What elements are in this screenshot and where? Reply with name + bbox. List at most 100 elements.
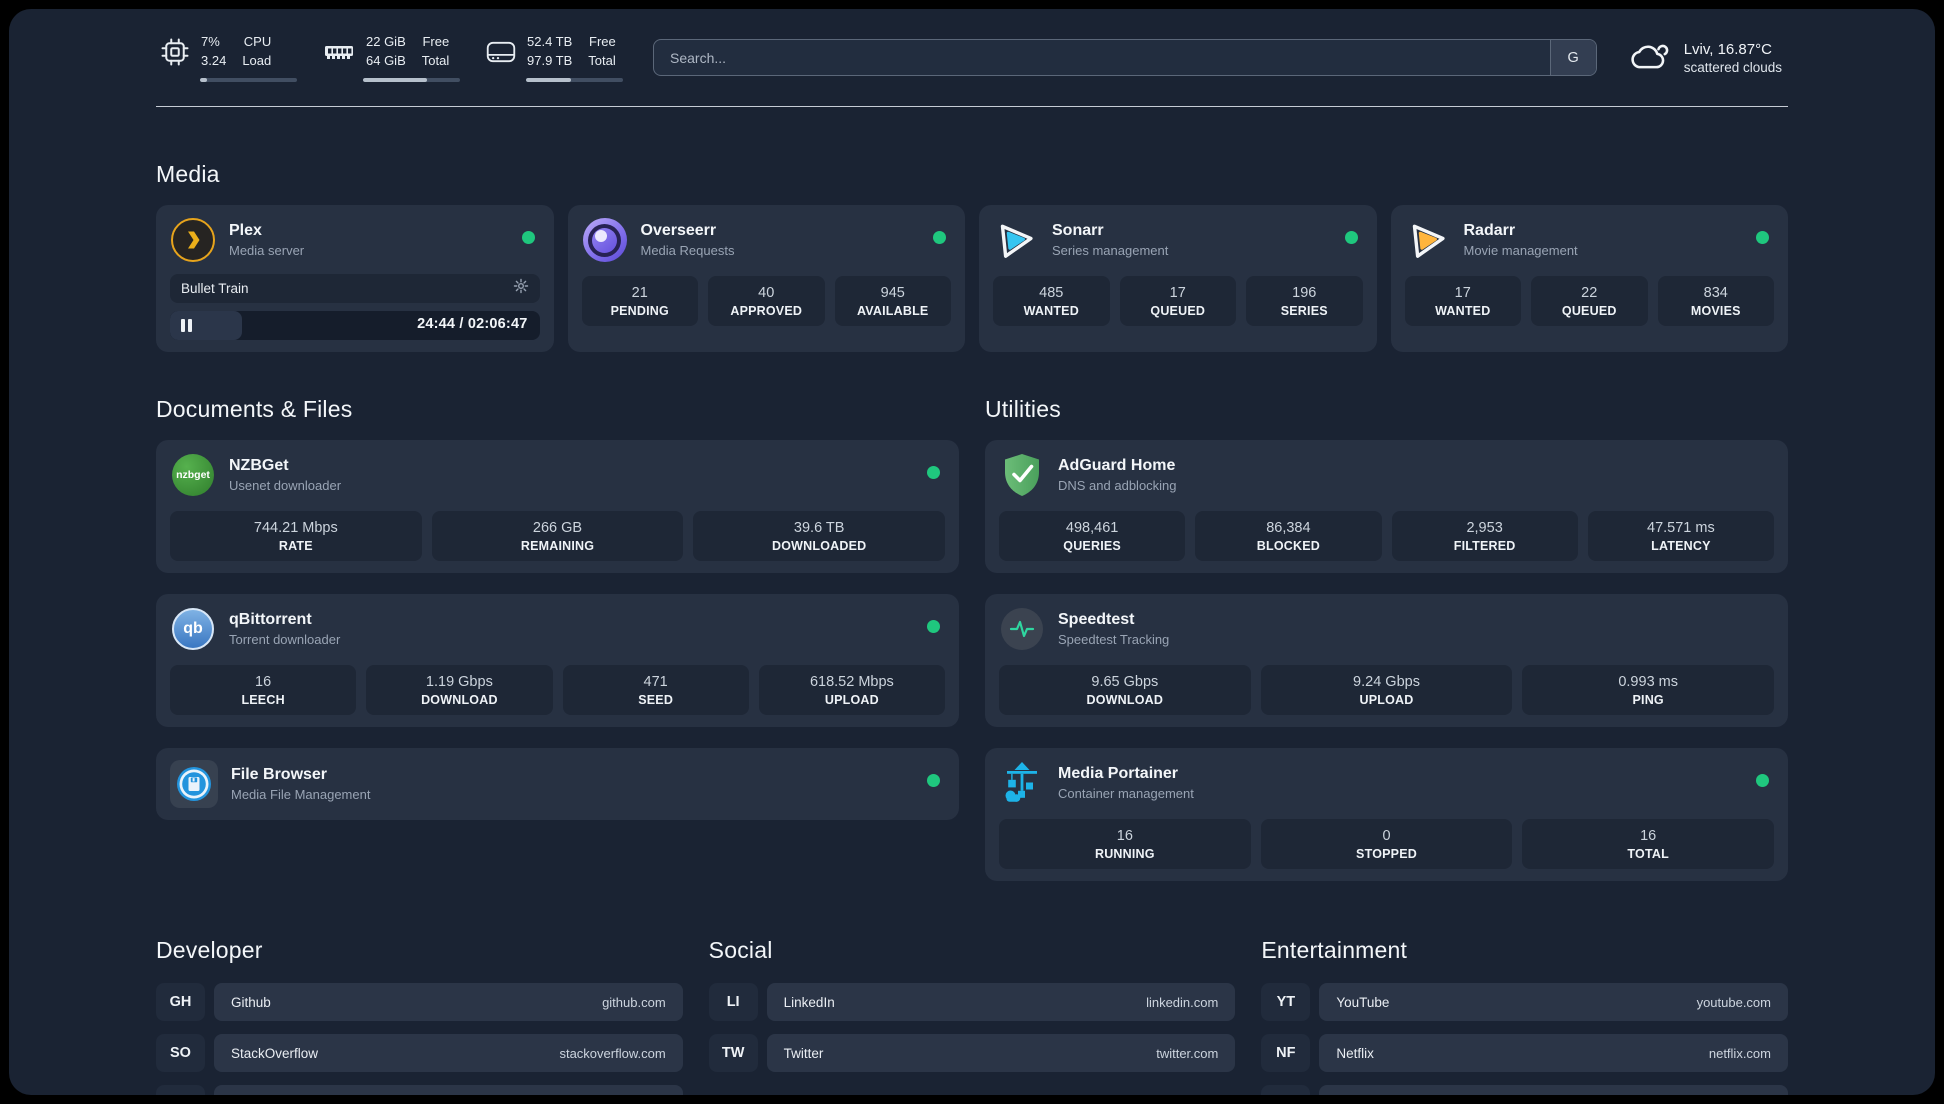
- bookmark-dev[interactable]: DT DEV dev.to: [156, 1085, 683, 1095]
- memory-progressbar: [363, 77, 460, 83]
- qbittorrent-title: qBittorrent: [229, 611, 312, 629]
- stat-tile: 16 LEECH: [170, 665, 357, 716]
- memory-free-value: 22 GiB: [366, 34, 406, 49]
- bookmark-url: linkedin.com: [1146, 994, 1219, 1010]
- cpu-load-value: 3.24: [201, 52, 227, 68]
- memory-icon: [323, 41, 355, 63]
- memory-stat: 22 GiB 64 GiB Free Total: [323, 33, 460, 83]
- cpu-stat: 7% 3.24 CPU Load: [160, 33, 297, 83]
- speedtest-card[interactable]: Speedtest Speedtest Tracking 9.65 Gbps D…: [985, 594, 1788, 728]
- radarr-subtitle: Movie management: [1463, 243, 1578, 259]
- bookmark-abbr: YT: [1261, 983, 1311, 1022]
- stat-tile: 39.6 TB DOWNLOADED: [693, 511, 946, 562]
- sonarr-icon: [991, 215, 1042, 266]
- system-stats: 7% 3.24 CPU Load 22 GiB 64 GiB Free Tota…: [160, 33, 623, 83]
- section-title-media: Media: [156, 161, 220, 188]
- plex-now-playing-title: Bullet Train: [181, 281, 249, 297]
- stat-tile: 744.21 Mbps RATE: [170, 511, 422, 562]
- stat-tile: 485 WANTED: [993, 276, 1110, 327]
- qbittorrent-subtitle: Torrent downloader: [229, 632, 341, 648]
- portainer-card[interactable]: Media Portainer Container management 16 …: [985, 748, 1788, 882]
- stat-tile: 266 GB REMAINING: [431, 511, 684, 562]
- nzbget-title: NZBGet: [229, 457, 289, 475]
- bookmark-abbr: RE: [1261, 1085, 1311, 1095]
- stat-tile: 618.52 Mbps UPLOAD: [758, 665, 945, 716]
- search-bar: G: [653, 39, 1597, 77]
- weather-condition: scattered clouds: [1683, 59, 1782, 75]
- cpu-progressbar: [200, 77, 297, 83]
- plex-icon: [170, 217, 216, 263]
- nzbget-icon: nzbget: [170, 452, 216, 498]
- search-engine-button[interactable]: G: [1549, 40, 1596, 76]
- stat-tile: 16 RUNNING: [999, 819, 1251, 870]
- section-title-social: Social: [708, 937, 773, 964]
- bookmark-abbr: LI: [708, 983, 758, 1022]
- memory-free-label: Free: [422, 34, 450, 49]
- storage-free-value: 52.4 TB: [527, 34, 573, 49]
- section-title-documents: Documents & Files: [156, 396, 353, 423]
- storage-free-label: Free: [589, 34, 616, 49]
- radarr-card[interactable]: Radarr Movie management 17 WANTED 22 QUE…: [1390, 205, 1788, 353]
- sonarr-card[interactable]: Sonarr Series management 485 WANTED 17 Q…: [979, 205, 1377, 353]
- storage-progressbar: [526, 77, 623, 83]
- bookmark-stackoverflow[interactable]: SO StackOverflow stackoverflow.com: [156, 1034, 683, 1073]
- bookmark-abbr: SO: [156, 1034, 205, 1073]
- storage-total-label: Total: [588, 52, 616, 68]
- sonarr-subtitle: Series management: [1052, 243, 1169, 259]
- qbittorrent-icon: qb: [170, 606, 216, 652]
- filebrowser-icon: [170, 760, 218, 809]
- bookmark-name: StackOverflow: [231, 1045, 319, 1061]
- section-title-developer: Developer: [156, 937, 263, 964]
- header-divider: [156, 106, 1788, 108]
- pause-icon[interactable]: [181, 319, 192, 333]
- stat-tile: 1.19 Gbps DOWNLOAD: [366, 665, 553, 716]
- sonarr-title: Sonarr: [1052, 222, 1104, 240]
- overseerr-card[interactable]: Overseerr Media Requests 21 PENDING 40 A…: [567, 205, 965, 353]
- developer-bookmarks: Developer GH Github github.com SO StackO…: [156, 937, 683, 1095]
- stat-tile: 498,461 QUERIES: [999, 511, 1186, 562]
- media-card-row: Plex Media server Bullet Train 24:44 / 0…: [156, 205, 1788, 353]
- nzbget-card[interactable]: nzbget NZBGet Usenet downloader 744.21 M…: [156, 440, 959, 574]
- bookmark-abbr: TW: [708, 1034, 758, 1073]
- bookmark-github[interactable]: GH Github github.com: [156, 983, 683, 1022]
- entertainment-bookmarks: Entertainment YT YouTube youtube.com NF …: [1261, 937, 1788, 1095]
- bookmark-abbr: GH: [156, 983, 205, 1022]
- search-input[interactable]: [654, 40, 1550, 76]
- bookmark-reddit[interactable]: RE Reddit reddit.com: [1261, 1085, 1788, 1095]
- header-bar: 7% 3.24 CPU Load 22 GiB 64 GiB Free Tota…: [156, 33, 1788, 83]
- plex-now-playing: Bullet Train: [170, 274, 540, 304]
- filebrowser-card[interactable]: File Browser Media File Management: [156, 748, 959, 821]
- bookmark-netflix[interactable]: NF Netflix netflix.com: [1261, 1034, 1788, 1073]
- stat-tile: 16 TOTAL: [1522, 819, 1775, 870]
- bookmark-youtube[interactable]: YT YouTube youtube.com: [1261, 983, 1788, 1022]
- memory-total-label: Total: [421, 52, 450, 68]
- sonarr-status-dot: [1344, 231, 1358, 245]
- stat-tile: 0 STOPPED: [1260, 819, 1513, 870]
- bookmark-abbr: NF: [1261, 1034, 1311, 1073]
- bookmark-linkedin[interactable]: LI LinkedIn linkedin.com: [708, 983, 1236, 1022]
- plex-settings-gear-icon[interactable]: [513, 278, 529, 299]
- plex-card[interactable]: Plex Media server Bullet Train 24:44 / 0…: [156, 205, 554, 353]
- adguard-card[interactable]: AdGuard Home DNS and adblocking 498,461 …: [985, 440, 1788, 574]
- stat-tile: 9.65 Gbps DOWNLOAD: [999, 665, 1251, 716]
- radarr-icon: [1402, 215, 1453, 266]
- section-title-utilities: Utilities: [985, 396, 1061, 423]
- nzbget-subtitle: Usenet downloader: [229, 478, 342, 494]
- overseerr-title: Overseerr: [640, 222, 717, 240]
- bookmark-name: Netflix: [1336, 1045, 1374, 1061]
- bookmark-name: LinkedIn: [783, 994, 835, 1010]
- app-window: 7% 3.24 CPU Load 22 GiB 64 GiB Free Tota…: [0, 0, 1944, 1104]
- social-bookmarks: Social LI LinkedIn linkedin.com TW Twitt…: [708, 937, 1236, 1095]
- stat-tile: 945 AVAILABLE: [834, 276, 951, 327]
- bookmark-url: youtube.com: [1696, 994, 1771, 1010]
- bookmark-url: netflix.com: [1708, 1045, 1771, 1061]
- utilities-column: Utilities AdGuard Home DNS and adblockin…: [985, 396, 1788, 882]
- qbittorrent-card[interactable]: qb qBittorrent Torrent downloader 16 LEE…: [156, 594, 959, 728]
- stat-tile: 2,953 FILTERED: [1391, 511, 1578, 562]
- stat-tile: 9.24 Gbps UPLOAD: [1260, 665, 1513, 716]
- bookmark-twitter[interactable]: TW Twitter twitter.com: [708, 1034, 1236, 1073]
- cpu-load-label: Load: [242, 52, 272, 68]
- plex-subtitle: Media server: [229, 243, 305, 259]
- speedtest-pulse-icon: [999, 606, 1045, 652]
- speedtest-title: Speedtest: [1058, 611, 1135, 629]
